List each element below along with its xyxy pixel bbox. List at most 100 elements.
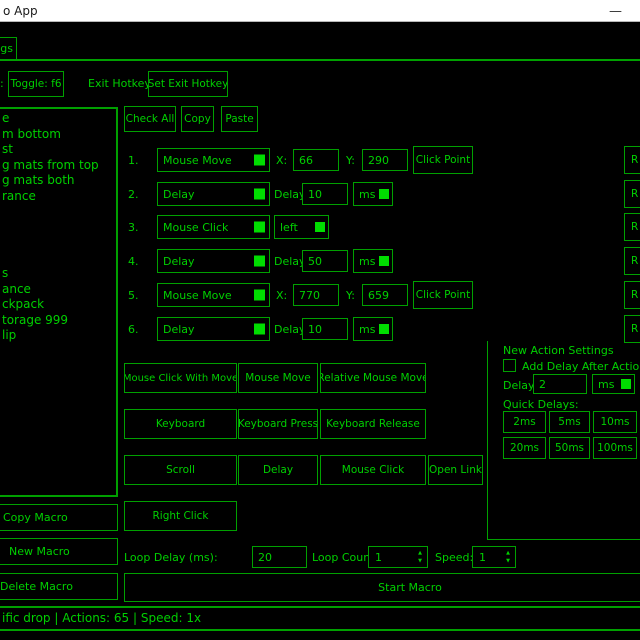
dropdown-indicator-icon: [379, 189, 389, 199]
speed-label: Speed:: [435, 551, 473, 564]
title-bar: o App —: [0, 0, 640, 22]
action-row: 3. Mouse Click left R: [0, 213, 640, 243]
action-type-dropdown[interactable]: Delay: [157, 317, 270, 341]
action-row: 4. Delay Delay ms R: [0, 247, 640, 277]
dropdown-indicator-icon: [254, 256, 265, 267]
x-coordinate-input[interactable]: [293, 149, 339, 171]
paste-button[interactable]: Paste: [221, 106, 258, 132]
click-point-button[interactable]: Click Point: [413, 281, 473, 309]
y-coordinate-input[interactable]: [362, 149, 408, 171]
tab-strip-divider: [0, 59, 640, 61]
remove-action-button[interactable]: R: [624, 315, 640, 343]
stepper-arrows-icon[interactable]: ▲▼: [506, 551, 515, 564]
action-type-dropdown[interactable]: Delay: [157, 182, 270, 206]
speed-stepper[interactable]: 1 ▲▼: [472, 546, 516, 568]
add-keyboard-press-button[interactable]: Keyboard Press: [238, 409, 318, 439]
add-open-link-button[interactable]: Open Link: [428, 455, 483, 485]
quick-delay-button[interactable]: 2ms: [503, 411, 546, 433]
set-exit-hotkey-button[interactable]: Set Exit Hotkey: [148, 71, 228, 97]
remove-action-button[interactable]: R: [624, 247, 640, 275]
delay-value-input[interactable]: [302, 183, 348, 205]
x-label: X:: [276, 154, 287, 167]
loop-count-stepper[interactable]: 1 ▲▼: [368, 546, 428, 568]
quick-delay-button[interactable]: 5ms: [549, 411, 590, 433]
y-label: Y:: [346, 154, 355, 167]
add-mouse-click-button[interactable]: Mouse Click: [320, 455, 426, 485]
dropdown-indicator-icon: [254, 155, 265, 166]
action-type-dropdown[interactable]: Delay: [157, 249, 270, 273]
toggle-hotkey-label-fragment: :: [0, 77, 4, 90]
action-number: 3.: [128, 221, 139, 234]
add-delay-after-action-checkbox[interactable]: [503, 359, 516, 372]
new-macro-button[interactable]: New Macro: [0, 538, 118, 565]
x-coordinate-input[interactable]: [293, 284, 339, 306]
delay-value-input[interactable]: [302, 250, 348, 272]
add-mouse-click-with-move-button[interactable]: Mouse Click With Move: [124, 363, 237, 393]
add-delay-button[interactable]: Delay: [238, 455, 318, 485]
dropdown-indicator-icon: [254, 290, 265, 301]
quick-delay-button[interactable]: 100ms: [593, 437, 637, 459]
new-action-delay-input[interactable]: [533, 374, 587, 394]
dropdown-indicator-icon: [621, 379, 631, 389]
delete-macro-button[interactable]: Delete Macro: [0, 573, 118, 600]
remove-action-button[interactable]: R: [624, 281, 640, 309]
action-type-dropdown[interactable]: Mouse Move: [157, 148, 270, 172]
dropdown-indicator-icon: [254, 324, 265, 335]
delay-label: Delay: [274, 255, 306, 268]
loop-delay-input[interactable]: [252, 546, 307, 568]
action-number: 2.: [128, 188, 139, 201]
action-number: 1.: [128, 154, 139, 167]
start-macro-button[interactable]: Start Macro: [124, 573, 640, 602]
remove-action-button[interactable]: R: [624, 180, 640, 208]
status-bar-top-divider: [0, 606, 640, 608]
status-bar-text: ific drop | Actions: 65 | Speed: 1x: [2, 611, 201, 625]
remove-action-button[interactable]: R: [624, 213, 640, 241]
stepper-arrows-icon[interactable]: ▲▼: [418, 551, 427, 564]
delay-label: Delay: [274, 188, 306, 201]
add-delay-after-action-label: Add Delay After Action: [522, 360, 640, 373]
minimize-button[interactable]: —: [609, 0, 622, 22]
action-number: 4.: [128, 255, 139, 268]
add-scroll-button[interactable]: Scroll: [124, 455, 237, 485]
quick-delay-button[interactable]: 10ms: [593, 411, 637, 433]
action-row: 5. Mouse Move X: Y: Click Point R: [0, 281, 640, 311]
check-all-button[interactable]: Check All: [124, 106, 176, 132]
quick-delay-button[interactable]: 20ms: [503, 437, 546, 459]
tab-label: gs: [0, 42, 13, 55]
add-relative-mouse-move-button[interactable]: Relative Mouse Move: [320, 363, 426, 393]
add-mouse-move-button[interactable]: Mouse Move: [238, 363, 318, 393]
new-action-settings-title: New Action Settings: [503, 344, 614, 357]
loop-delay-label: Loop Delay (ms):: [124, 551, 218, 564]
macro-list-item[interactable]: m bottom: [0, 127, 116, 143]
action-type-dropdown[interactable]: Mouse Move: [157, 283, 270, 307]
macro-list-item[interactable]: e: [0, 111, 116, 127]
exit-hotkey-label: Exit Hotkey:: [88, 77, 154, 90]
add-keyboard-release-button[interactable]: Keyboard Release: [320, 409, 426, 439]
remove-action-button[interactable]: R: [624, 146, 640, 174]
app-window: o App — gs : Toggle: f6 Exit Hotkey: Set…: [0, 0, 640, 640]
dropdown-indicator-icon: [254, 189, 265, 200]
delay-unit-dropdown[interactable]: ms: [353, 317, 393, 341]
toggle-hotkey-button[interactable]: Toggle: f6: [8, 71, 64, 97]
action-row: 2. Delay Delay ms R: [0, 180, 640, 210]
dropdown-indicator-icon: [379, 324, 389, 334]
new-action-delay-unit-dropdown[interactable]: ms: [592, 374, 635, 394]
add-keyboard-button[interactable]: Keyboard: [124, 409, 237, 439]
window-title: o App: [0, 4, 38, 18]
mouse-button-dropdown[interactable]: left: [274, 215, 329, 239]
delay-value-input[interactable]: [302, 318, 348, 340]
copy-button[interactable]: Copy: [181, 106, 214, 132]
tab-settings[interactable]: gs: [0, 37, 17, 60]
click-point-button[interactable]: Click Point: [413, 146, 473, 174]
x-label: X:: [276, 289, 287, 302]
y-coordinate-input[interactable]: [362, 284, 408, 306]
delay-unit-dropdown[interactable]: ms: [353, 249, 393, 273]
add-right-click-button[interactable]: Right Click: [124, 501, 237, 531]
action-number: 5.: [128, 289, 139, 302]
quick-delay-button[interactable]: 50ms: [549, 437, 590, 459]
action-type-dropdown[interactable]: Mouse Click: [157, 215, 270, 239]
copy-macro-button[interactable]: Copy Macro: [0, 504, 118, 531]
action-number: 6.: [128, 323, 139, 336]
delay-unit-dropdown[interactable]: ms: [353, 182, 393, 206]
quick-delays-label: Quick Delays:: [503, 398, 579, 411]
